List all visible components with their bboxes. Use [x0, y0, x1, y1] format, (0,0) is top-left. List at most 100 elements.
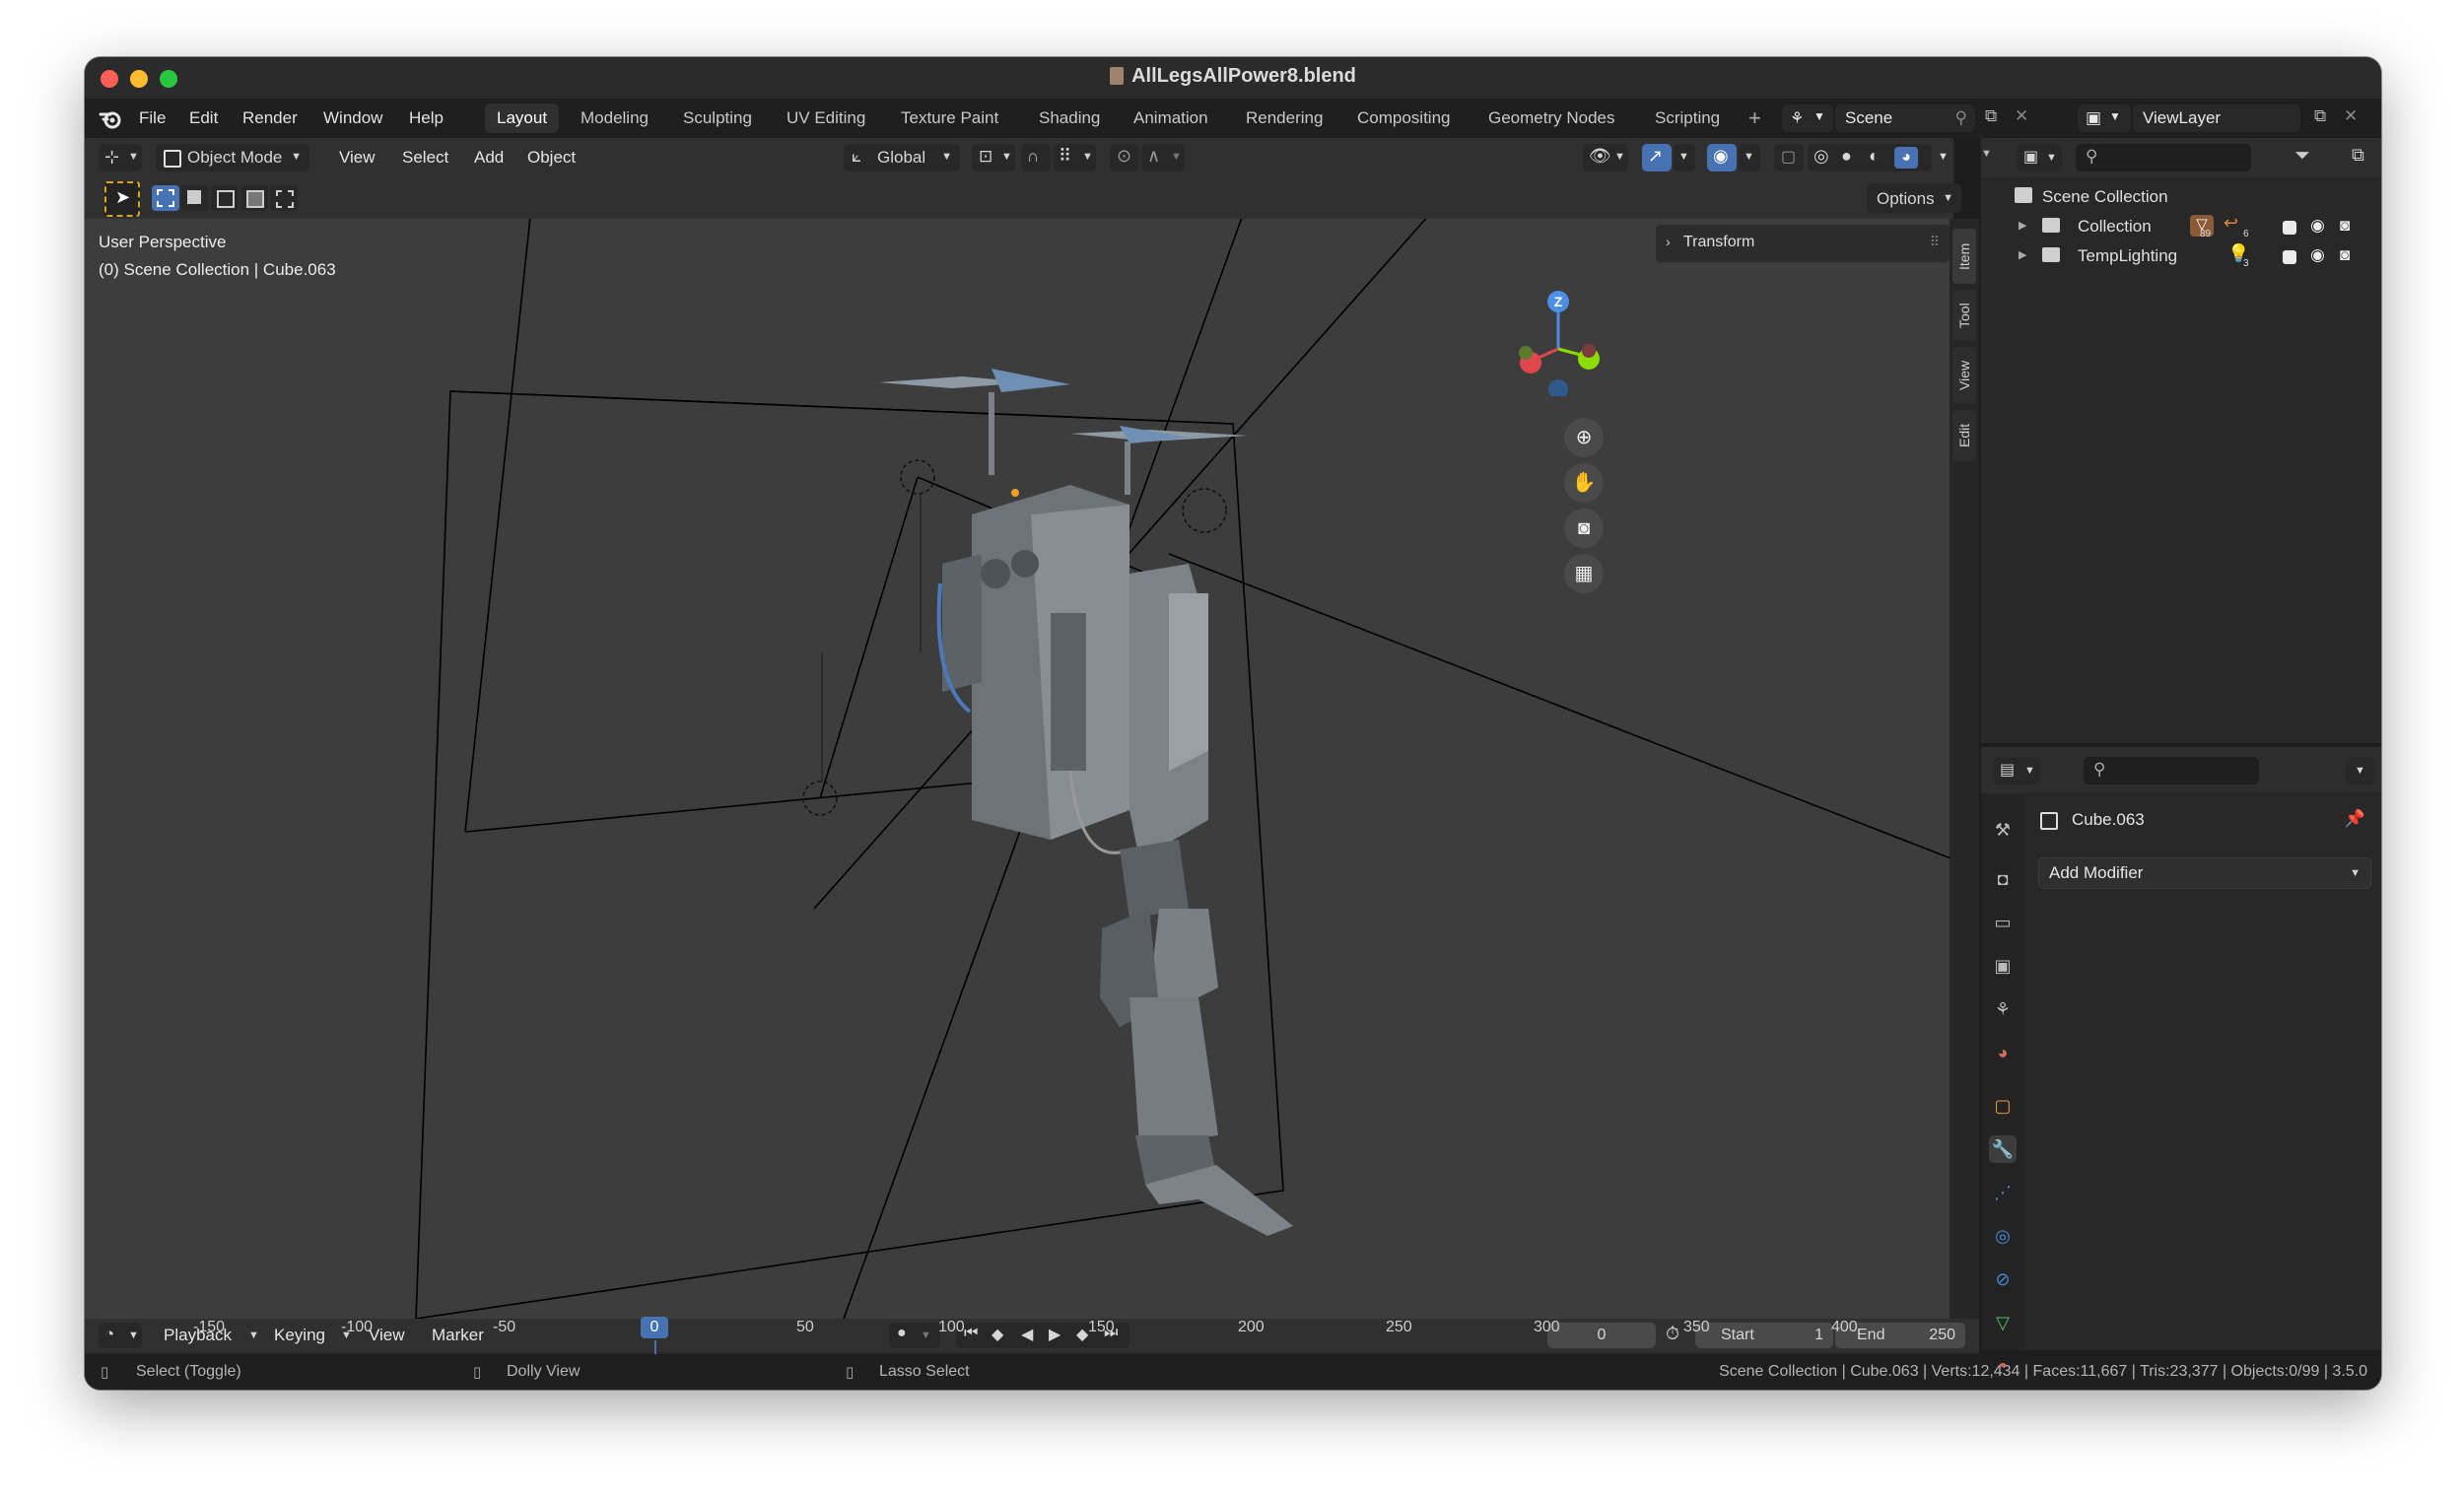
solid-shading-icon[interactable]: ● — [1841, 146, 1852, 167]
tab-geometry-nodes[interactable]: Geometry Nodes — [1476, 103, 1627, 133]
data-tab-icon[interactable]: ▽ — [1989, 1309, 2017, 1336]
gizmo-options-button[interactable]: ▼ — [1674, 144, 1695, 171]
render-camera-icon[interactable]: ◙ — [2340, 216, 2350, 236]
material-shading-icon[interactable]: ◐ — [1869, 146, 1880, 167]
xray-toggle-button[interactable]: ▢ — [1774, 144, 1804, 171]
next-keyframe-icon[interactable]: ◆ — [1076, 1325, 1088, 1344]
tab-edit[interactable]: Edit — [1952, 410, 1976, 461]
viewport-menu-select[interactable]: Select — [402, 148, 448, 168]
outliner-display-mode-button[interactable]: ▣ ▼ — [2017, 144, 2062, 171]
new-viewlayer-icon[interactable]: ⧉ — [2314, 106, 2326, 126]
tool-tab-icon[interactable]: ⚒ — [1989, 816, 2017, 844]
scene-name-field[interactable]: Scene ⚲ — [1835, 104, 1975, 132]
world-tab-icon[interactable]: ◕ — [1989, 1039, 2017, 1066]
playhead-frame-indicator[interactable]: 0 — [641, 1317, 668, 1338]
outliner-item-templighting[interactable]: ▶ TempLighting 💡 3 ◉ ◙ — [1981, 242, 2381, 272]
add-workspace-icon[interactable]: + — [1748, 105, 1761, 131]
menu-edit[interactable]: Edit — [189, 108, 218, 128]
tab-tool[interactable]: Tool — [1952, 290, 1976, 341]
tab-view[interactable]: View — [1952, 347, 1976, 404]
exclude-checkbox[interactable] — [2283, 250, 2296, 264]
tab-layout[interactable]: Layout — [485, 103, 560, 133]
timeline-editor-type-button[interactable]: ◔ ▼ — [99, 1323, 142, 1348]
falloff-button[interactable]: ∧ ▼ — [1141, 144, 1185, 171]
chevron-down-icon[interactable]: ▼ — [1981, 148, 1992, 160]
snap-target-button[interactable]: ⠿ ▼ — [1053, 144, 1096, 171]
select-mode-subtract-button[interactable] — [211, 185, 239, 211]
editor-type-button[interactable]: ⊹ ▼ — [99, 144, 142, 171]
select-mode-invert-button[interactable] — [240, 185, 268, 211]
object-tab-icon[interactable]: ▢ — [1989, 1092, 2017, 1120]
new-collection-icon[interactable]: ⧉ — [2352, 145, 2364, 166]
eye-icon[interactable]: ◉ — [2310, 245, 2325, 265]
camera-icon[interactable]: ◙ — [1564, 509, 1604, 548]
properties-search-input[interactable]: ⚲ — [2084, 757, 2259, 784]
filter-icon[interactable]: ⏷ — [2294, 145, 2310, 168]
select-mode-intersect-button[interactable] — [270, 185, 298, 211]
options-dropdown[interactable]: Options ▼ — [1867, 183, 1961, 213]
select-mode-set-button[interactable] — [152, 185, 179, 211]
transform-panel[interactable]: › Transform ⠿ — [1656, 225, 1950, 262]
visibility-button[interactable]: 👁 ▼ — [1583, 144, 1628, 171]
navigation-gizmo[interactable]: Z — [1504, 288, 1612, 396]
select-mode-extend-button[interactable] — [181, 185, 209, 211]
proportional-edit-button[interactable]: ⊙ — [1110, 144, 1139, 171]
pan-hand-icon[interactable]: ✋ — [1564, 463, 1604, 503]
scene-tab-icon[interactable]: ⚘ — [1989, 995, 2017, 1023]
menu-help[interactable]: Help — [409, 108, 444, 128]
exclude-checkbox[interactable] — [2283, 221, 2296, 235]
delete-scene-icon[interactable]: ✕ — [2015, 106, 2028, 126]
eye-icon[interactable]: ◉ — [2310, 216, 2325, 236]
view-layer-tab-icon[interactable]: ▣ — [1989, 952, 2017, 980]
shading-options-chevron-icon[interactable]: ▼ — [1938, 151, 1949, 163]
render-tab-icon[interactable]: ◘ — [1989, 865, 2017, 893]
modifier-wrench-icon[interactable]: 🔧 — [1989, 1135, 2017, 1163]
3d-viewport[interactable]: User Perspective (0) Scene Collection | … — [85, 219, 1953, 1319]
pin-icon[interactable]: ⚲ — [1955, 108, 1967, 128]
new-scene-icon[interactable]: ⧉ — [1985, 106, 1997, 126]
drag-handle-icon[interactable]: ⠿ — [1930, 234, 1940, 250]
select-tool-icon[interactable]: ➤ — [104, 181, 140, 217]
particles-tab-icon[interactable]: ⋰ — [1989, 1179, 2017, 1206]
viewport-menu-object[interactable]: Object — [527, 148, 576, 168]
stopwatch-icon[interactable]: ⏱ — [1666, 1324, 1679, 1344]
tab-animation[interactable]: Animation — [1122, 103, 1220, 133]
overlays-options-button[interactable]: ▼ — [1739, 144, 1760, 171]
snap-toggle-button[interactable]: ∩ — [1021, 144, 1051, 171]
expand-arrow-icon[interactable]: ▶ — [2019, 219, 2026, 232]
auto-key-button[interactable]: ● ▼ — [889, 1323, 940, 1348]
tab-texture-paint[interactable]: Texture Paint — [889, 103, 1010, 133]
delete-viewlayer-icon[interactable]: ✕ — [2344, 106, 2358, 126]
material-tab-icon[interactable]: ◓ — [1989, 1352, 2017, 1380]
gizmo-toggle-button[interactable]: ↗ — [1642, 144, 1672, 171]
current-frame-field[interactable]: 0 — [1547, 1323, 1656, 1348]
scene-selector-button[interactable]: ⚘ ▼ — [1782, 104, 1833, 132]
tab-uv-editing[interactable]: UV Editing — [775, 103, 877, 133]
viewlayer-selector-button[interactable]: ▣ ▼ — [2078, 104, 2131, 132]
pivot-point-button[interactable]: ⊡ ▼ — [972, 144, 1015, 171]
viewlayer-name-field[interactable]: ViewLayer — [2133, 104, 2300, 132]
tab-shading[interactable]: Shading — [1027, 103, 1112, 133]
play-icon[interactable]: ▶ — [1049, 1325, 1061, 1344]
pin-icon[interactable]: 📌 — [2345, 809, 2365, 829]
wireframe-shading-icon[interactable]: ◎ — [1814, 146, 1829, 167]
blender-logo-icon[interactable] — [99, 108, 122, 130]
timeline-menu-view[interactable]: View — [369, 1326, 405, 1345]
constraints-tab-icon[interactable]: ⊘ — [1989, 1265, 2017, 1293]
viewport-menu-add[interactable]: Add — [474, 148, 504, 168]
jump-start-icon[interactable]: ⏮ — [964, 1325, 978, 1342]
tab-modeling[interactable]: Modeling — [569, 103, 660, 133]
menu-window[interactable]: Window — [323, 108, 382, 128]
properties-editor-type-button[interactable]: ▤ ▼ — [1993, 757, 2040, 784]
rendered-shading-icon[interactable]: ◕ — [1894, 147, 1918, 169]
transform-orientation-dropdown[interactable]: ⟀ Global ▼ — [844, 144, 960, 171]
play-reverse-icon[interactable]: ◀ — [1021, 1325, 1033, 1344]
timeline-menu-keying[interactable]: Keying — [274, 1326, 325, 1345]
grid-ortho-icon[interactable]: ▦ — [1564, 554, 1604, 593]
object-mode-dropdown[interactable]: Object Mode ▼ — [156, 144, 309, 171]
physics-tab-icon[interactable]: ◎ — [1989, 1222, 2017, 1250]
menu-render[interactable]: Render — [242, 108, 298, 128]
add-modifier-dropdown[interactable]: Add Modifier ▼ — [2038, 857, 2371, 889]
outliner-item-collection[interactable]: ▶ Collection ▽ 89 ↩ 6 ◉ ◙ — [1981, 213, 2381, 242]
zoom-icon[interactable]: ⊕ — [1564, 418, 1604, 457]
